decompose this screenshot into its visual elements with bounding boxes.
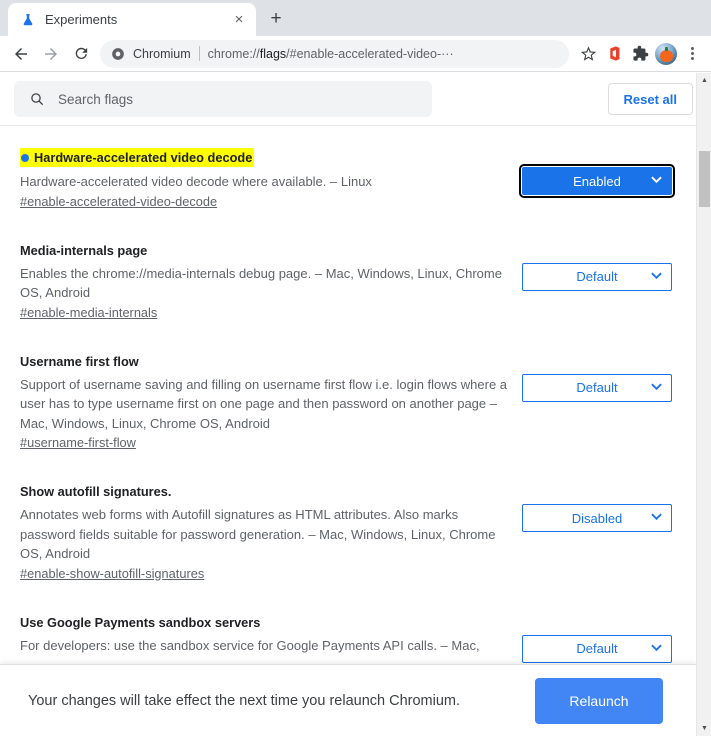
url-prefix: chrome://	[207, 46, 260, 61]
flag-description: Support of username saving and filling o…	[20, 376, 508, 431]
search-icon	[28, 90, 46, 108]
flag-row: Show autofill signatures. Annotates web …	[0, 483, 696, 583]
flag-title-text: Hardware-accelerated video decode	[34, 150, 253, 165]
browser-window: Experiments × + Chromium chrome://flags/…	[0, 0, 711, 736]
tab-experiments[interactable]: Experiments ×	[8, 3, 256, 36]
tab-title: Experiments	[45, 12, 118, 27]
flag-title: Use Google Payments sandbox servers	[20, 614, 260, 631]
relaunch-message: Your changes will take effect the next t…	[28, 692, 461, 709]
relaunch-button[interactable]: Relaunch	[535, 677, 663, 724]
flag-info: Username first flow Support of username …	[20, 353, 512, 453]
office-extension-icon[interactable]	[601, 41, 627, 67]
flag-state-value: Default	[576, 380, 618, 395]
flag-title: Show autofill signatures.	[20, 483, 171, 500]
chevron-down-icon	[651, 513, 662, 523]
search-flags-box[interactable]	[14, 81, 432, 117]
reset-all-button[interactable]: Reset all	[607, 83, 693, 115]
flag-state-select[interactable]: Default	[522, 373, 672, 402]
flag-info: Show autofill signatures. Annotates web …	[20, 483, 512, 583]
scroll-down-arrow-icon[interactable]: ▼	[697, 721, 711, 736]
flag-title-text: Use Google Payments sandbox servers	[20, 614, 261, 630]
three-dot-menu-icon[interactable]	[679, 41, 705, 67]
flag-state-value: Disabled	[571, 510, 623, 526]
vertical-scrollbar[interactable]: ▲ ▼	[696, 73, 711, 736]
flag-permalink[interactable]: #enable-show-autofill-signatures	[20, 565, 204, 583]
flag-info: Use Google Payments sandbox servers For …	[20, 614, 512, 656]
flag-row: Username first flow Support of username …	[0, 353, 696, 453]
flag-description: For developers: use the sandbox service …	[20, 637, 480, 653]
flag-info: Hardware-accelerated video decode Hardwa…	[20, 148, 512, 211]
scrollbar-thumb[interactable]	[699, 151, 710, 207]
back-button[interactable]	[6, 39, 36, 69]
flags-list: Hardware-accelerated video decode Hardwa…	[0, 126, 696, 663]
flag-title: Username first flow	[20, 353, 139, 370]
flag-state-select[interactable]: Enabled	[519, 164, 675, 198]
flag-row: Use Google Payments sandbox servers For …	[0, 614, 696, 663]
relaunch-bar: Your changes will take effect the next t…	[0, 664, 696, 736]
chevron-down-icon	[651, 383, 662, 393]
flags-header: Reset all	[0, 73, 711, 126]
omnibox-scheme-chip: Chromium	[133, 46, 191, 61]
flag-permalink[interactable]: #enable-accelerated-video-decode	[20, 193, 217, 211]
flag-state-value: Enabled	[573, 173, 621, 189]
new-tab-button[interactable]: +	[262, 5, 290, 33]
scroll-up-arrow-icon[interactable]: ▲	[697, 73, 711, 88]
flag-description: Annotates web forms with Autofill signat…	[20, 507, 496, 561]
flags-page: Reset all Hardware-accelerated video dec…	[0, 73, 711, 736]
close-icon[interactable]: ×	[230, 11, 248, 29]
search-input[interactable]	[58, 91, 418, 107]
flag-state-select[interactable]: Disabled	[522, 504, 672, 532]
avatar[interactable]	[653, 41, 679, 67]
pumpkin-icon	[659, 46, 673, 62]
flag-description: Hardware-accelerated video decode where …	[20, 174, 372, 189]
flag-state-value: Default	[576, 269, 618, 284]
flags-scroll-area[interactable]: Hardware-accelerated video decode Hardwa…	[0, 126, 696, 736]
profile-avatar-image	[655, 42, 677, 65]
chevron-down-icon	[651, 272, 662, 282]
address-bar[interactable]: Chromium chrome://flags/#enable-accelera…	[100, 39, 569, 68]
chromium-shield-icon	[110, 46, 126, 62]
omnibox-divider	[198, 46, 200, 61]
flag-title-text: Show autofill signatures.	[20, 484, 172, 499]
forward-button[interactable]	[36, 39, 66, 69]
flag-control: Default	[512, 262, 678, 291]
omnibox-url: chrome://flags/#enable-accelerated-video…	[208, 47, 559, 61]
beaker-icon	[20, 12, 36, 28]
flag-row: Hardware-accelerated video decode Hardwa…	[0, 148, 696, 211]
flag-title-text: Media-internals page	[20, 242, 148, 258]
flag-title-text: Username first flow	[20, 353, 139, 369]
flag-title: Hardware-accelerated video decode	[20, 148, 255, 167]
url-bold: flags	[259, 46, 287, 61]
flag-permalink[interactable]: #enable-media-internals	[20, 304, 157, 322]
flag-control: Disabled	[512, 504, 678, 532]
chevron-down-icon	[651, 176, 662, 186]
flag-row: Media-internals page Enables the chrome:…	[0, 242, 696, 322]
flag-control: Default	[512, 634, 678, 663]
flag-control: Default	[512, 373, 678, 402]
tab-strip: Experiments × +	[0, 0, 711, 36]
unsupported-dot-icon	[21, 154, 29, 162]
puzzle-icon[interactable]	[627, 41, 653, 67]
url-suffix: /#enable-accelerated-video-···	[286, 46, 454, 61]
flag-control: Enabled	[512, 164, 678, 198]
flag-permalink[interactable]: #username-first-flow	[20, 434, 136, 452]
chevron-down-icon	[651, 644, 662, 654]
flag-info: Media-internals page Enables the chrome:…	[20, 242, 512, 322]
flag-title: Media-internals page	[20, 242, 147, 259]
browser-toolbar: Chromium chrome://flags/#enable-accelera…	[0, 36, 711, 72]
flag-description: Enables the chrome://media-internals deb…	[20, 265, 502, 301]
flag-state-select[interactable]: Default	[522, 262, 672, 291]
flag-state-value: Default	[576, 641, 618, 656]
reload-button[interactable]	[66, 39, 96, 69]
star-icon[interactable]	[575, 41, 601, 67]
menu-dots	[690, 47, 694, 60]
flag-state-select[interactable]: Default	[522, 634, 672, 663]
